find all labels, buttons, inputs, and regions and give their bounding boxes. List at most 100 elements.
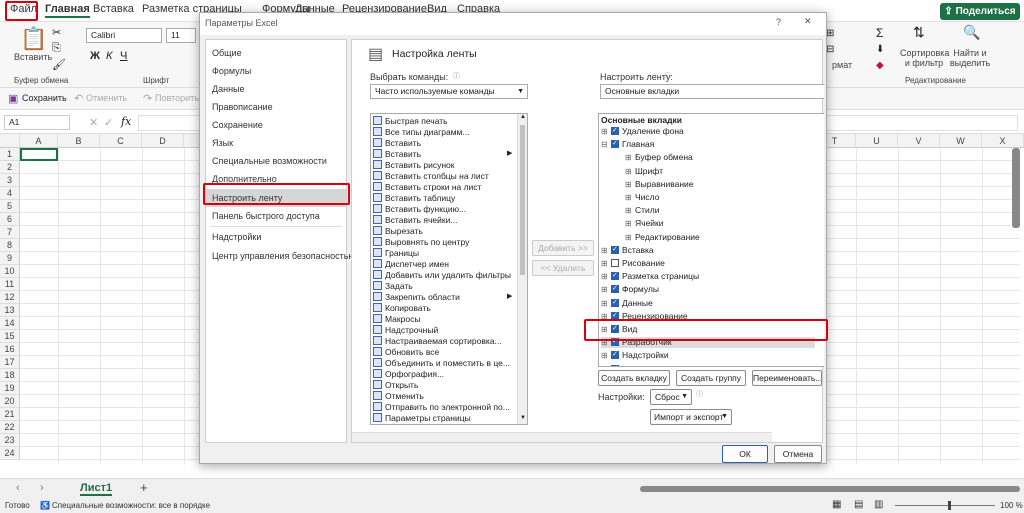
underline-icon[interactable]: Ч [120,50,127,62]
import-export-button[interactable]: Импорт и экспорт ▼ [650,409,732,425]
redo-icon[interactable]: ↷ [143,92,152,105]
fx-icon[interactable]: fx [121,115,131,128]
redo-label[interactable]: Повторить [155,93,199,103]
tab-checkbox[interactable] [611,283,619,294]
save-icon[interactable]: ▣ [8,92,18,105]
command-item[interactable]: Открыть [373,380,418,391]
find-select-label[interactable]: Найти и выделить [948,48,992,68]
save-label[interactable]: Сохранить [22,93,67,103]
nav-item[interactable]: Формулы [206,62,346,80]
expand-icon[interactable]: ⊞ [625,179,633,190]
row-header[interactable]: 13 [0,304,20,317]
nav-item[interactable]: Язык [206,134,346,152]
nav-item[interactable]: Правописание [206,98,346,116]
column-header[interactable]: B [58,134,100,148]
page-break-view-icon[interactable]: ▥ [874,499,883,510]
next-sheet-icon[interactable]: › [40,482,44,494]
expand-icon[interactable]: ⊞ [625,192,633,203]
command-item[interactable]: Копировать [373,303,431,314]
delete-cells-icon[interactable]: ⊟ [826,44,834,55]
autosum-icon[interactable]: Σ [876,26,883,40]
tab-checkbox[interactable] [611,349,619,360]
row-header[interactable]: 20 [0,395,20,408]
commands-scroll-thumb[interactable] [520,125,525,275]
command-item[interactable]: Вставить строки на лист [373,182,481,193]
tab-checkbox[interactable] [611,270,619,281]
tab-checkbox[interactable] [611,138,619,149]
command-item[interactable]: Макросы [373,314,420,325]
row-header[interactable]: 16 [0,343,20,356]
paste-icon[interactable]: 📋 [20,26,47,52]
tree-item[interactable]: ⊞ Справка [601,363,655,366]
commands-scrollbar[interactable]: ▲ ▼ [517,114,527,424]
tree-item[interactable]: ⊞ Редактирование [625,232,700,243]
command-item[interactable]: Выровнять по центру [373,237,469,248]
tree-item[interactable]: ⊞ Разметка страницы [601,270,699,282]
expand-icon[interactable]: ⊞ [601,271,609,282]
undo-icon[interactable]: ↶ [74,92,83,105]
zoom-level[interactable]: 100 % [1000,501,1023,510]
undo-label[interactable]: Отменить [86,93,127,103]
command-item[interactable]: Вырезать [373,226,423,237]
accessibility-icon[interactable]: ♿ [40,501,50,510]
italic-icon[interactable]: К [106,50,112,62]
tab-checkbox[interactable] [611,297,619,308]
customize-ribbon-select[interactable]: Основные вкладки [600,84,824,99]
command-item[interactable]: Объединить и поместить в це... [373,358,510,369]
row-header[interactable]: 23 [0,434,20,447]
row-header[interactable]: 22 [0,421,20,434]
tab-insert[interactable]: Вставка [93,3,134,15]
help-button[interactable]: ? [776,17,781,27]
column-header[interactable]: U [856,134,898,148]
zoom-slider[interactable] [895,505,995,506]
column-header[interactable]: X [982,134,1024,148]
nav-item[interactable]: Сохранение [206,116,346,134]
row-header[interactable]: 6 [0,213,20,226]
sheet-tab-list1[interactable]: Лист1 [80,482,113,496]
column-header[interactable]: V [898,134,940,148]
row-header[interactable]: 17 [0,356,20,369]
expand-icon[interactable]: ⊞ [601,364,609,366]
tree-item[interactable]: ⊞ Удаление фона [601,125,684,137]
command-item[interactable]: Вставить таблицу [373,193,455,204]
cancel-button[interactable]: Отмена [774,445,822,463]
tree-item[interactable]: ⊞ Формулы [601,283,659,295]
confirm-entry-icon[interactable]: ✓ [104,116,113,129]
nav-item[interactable]: Данные [206,80,346,98]
nav-item[interactable]: Общие [206,44,346,62]
select-all-corner[interactable] [0,134,20,148]
row-header[interactable]: 12 [0,291,20,304]
tab-home[interactable]: Главная [45,3,90,18]
tree-item[interactable]: ⊞ Шрифт [625,166,663,177]
tree-item[interactable]: ⊞ Ячейки [625,218,664,229]
collapse-icon[interactable]: ⊟ [601,139,609,150]
tree-item[interactable]: ⊟ Главная [601,138,654,150]
expand-icon[interactable]: ⊞ [625,232,633,243]
commands-list[interactable]: Быстрая печать Все типы диаграмм... Встави… [370,113,528,425]
command-item[interactable]: Задать [373,281,413,292]
font-size-combo[interactable]: 11 [166,28,196,43]
cut-icon[interactable]: ✂ [52,26,61,39]
copy-icon[interactable]: ⎘ [52,42,61,55]
tree-item[interactable]: ⊞ Выравнивание [625,179,694,190]
panel-horizontal-scrollbar[interactable] [352,432,772,442]
fill-icon[interactable]: ⬇ [876,44,884,55]
tab-checkbox[interactable] [611,244,619,255]
row-header[interactable]: 3 [0,174,20,187]
dialog-close-button[interactable]: ✕ [804,16,812,27]
command-item[interactable]: Вставить [373,138,421,149]
tree-item[interactable]: ⊞ Число [625,192,659,203]
column-header[interactable]: C [100,134,142,148]
horizontal-scrollbar[interactable] [640,486,1020,492]
new-group-button[interactable]: Создать группу [676,370,746,386]
command-item[interactable]: Надстрочный [373,325,438,336]
clear-icon[interactable]: ◆ [876,60,884,71]
vertical-scrollbar[interactable] [1012,148,1020,228]
sort-filter-icon[interactable]: ⇅ [913,24,925,41]
command-item[interactable]: Вставить столбцы на лист [373,171,489,182]
paste-label[interactable]: Вставить [14,52,52,62]
row-header[interactable]: 5 [0,200,20,213]
row-header[interactable]: 21 [0,408,20,421]
share-button[interactable]: ⇪ Поделиться [940,3,1020,20]
command-item[interactable]: Настраиваемая сортировка... [373,336,502,347]
